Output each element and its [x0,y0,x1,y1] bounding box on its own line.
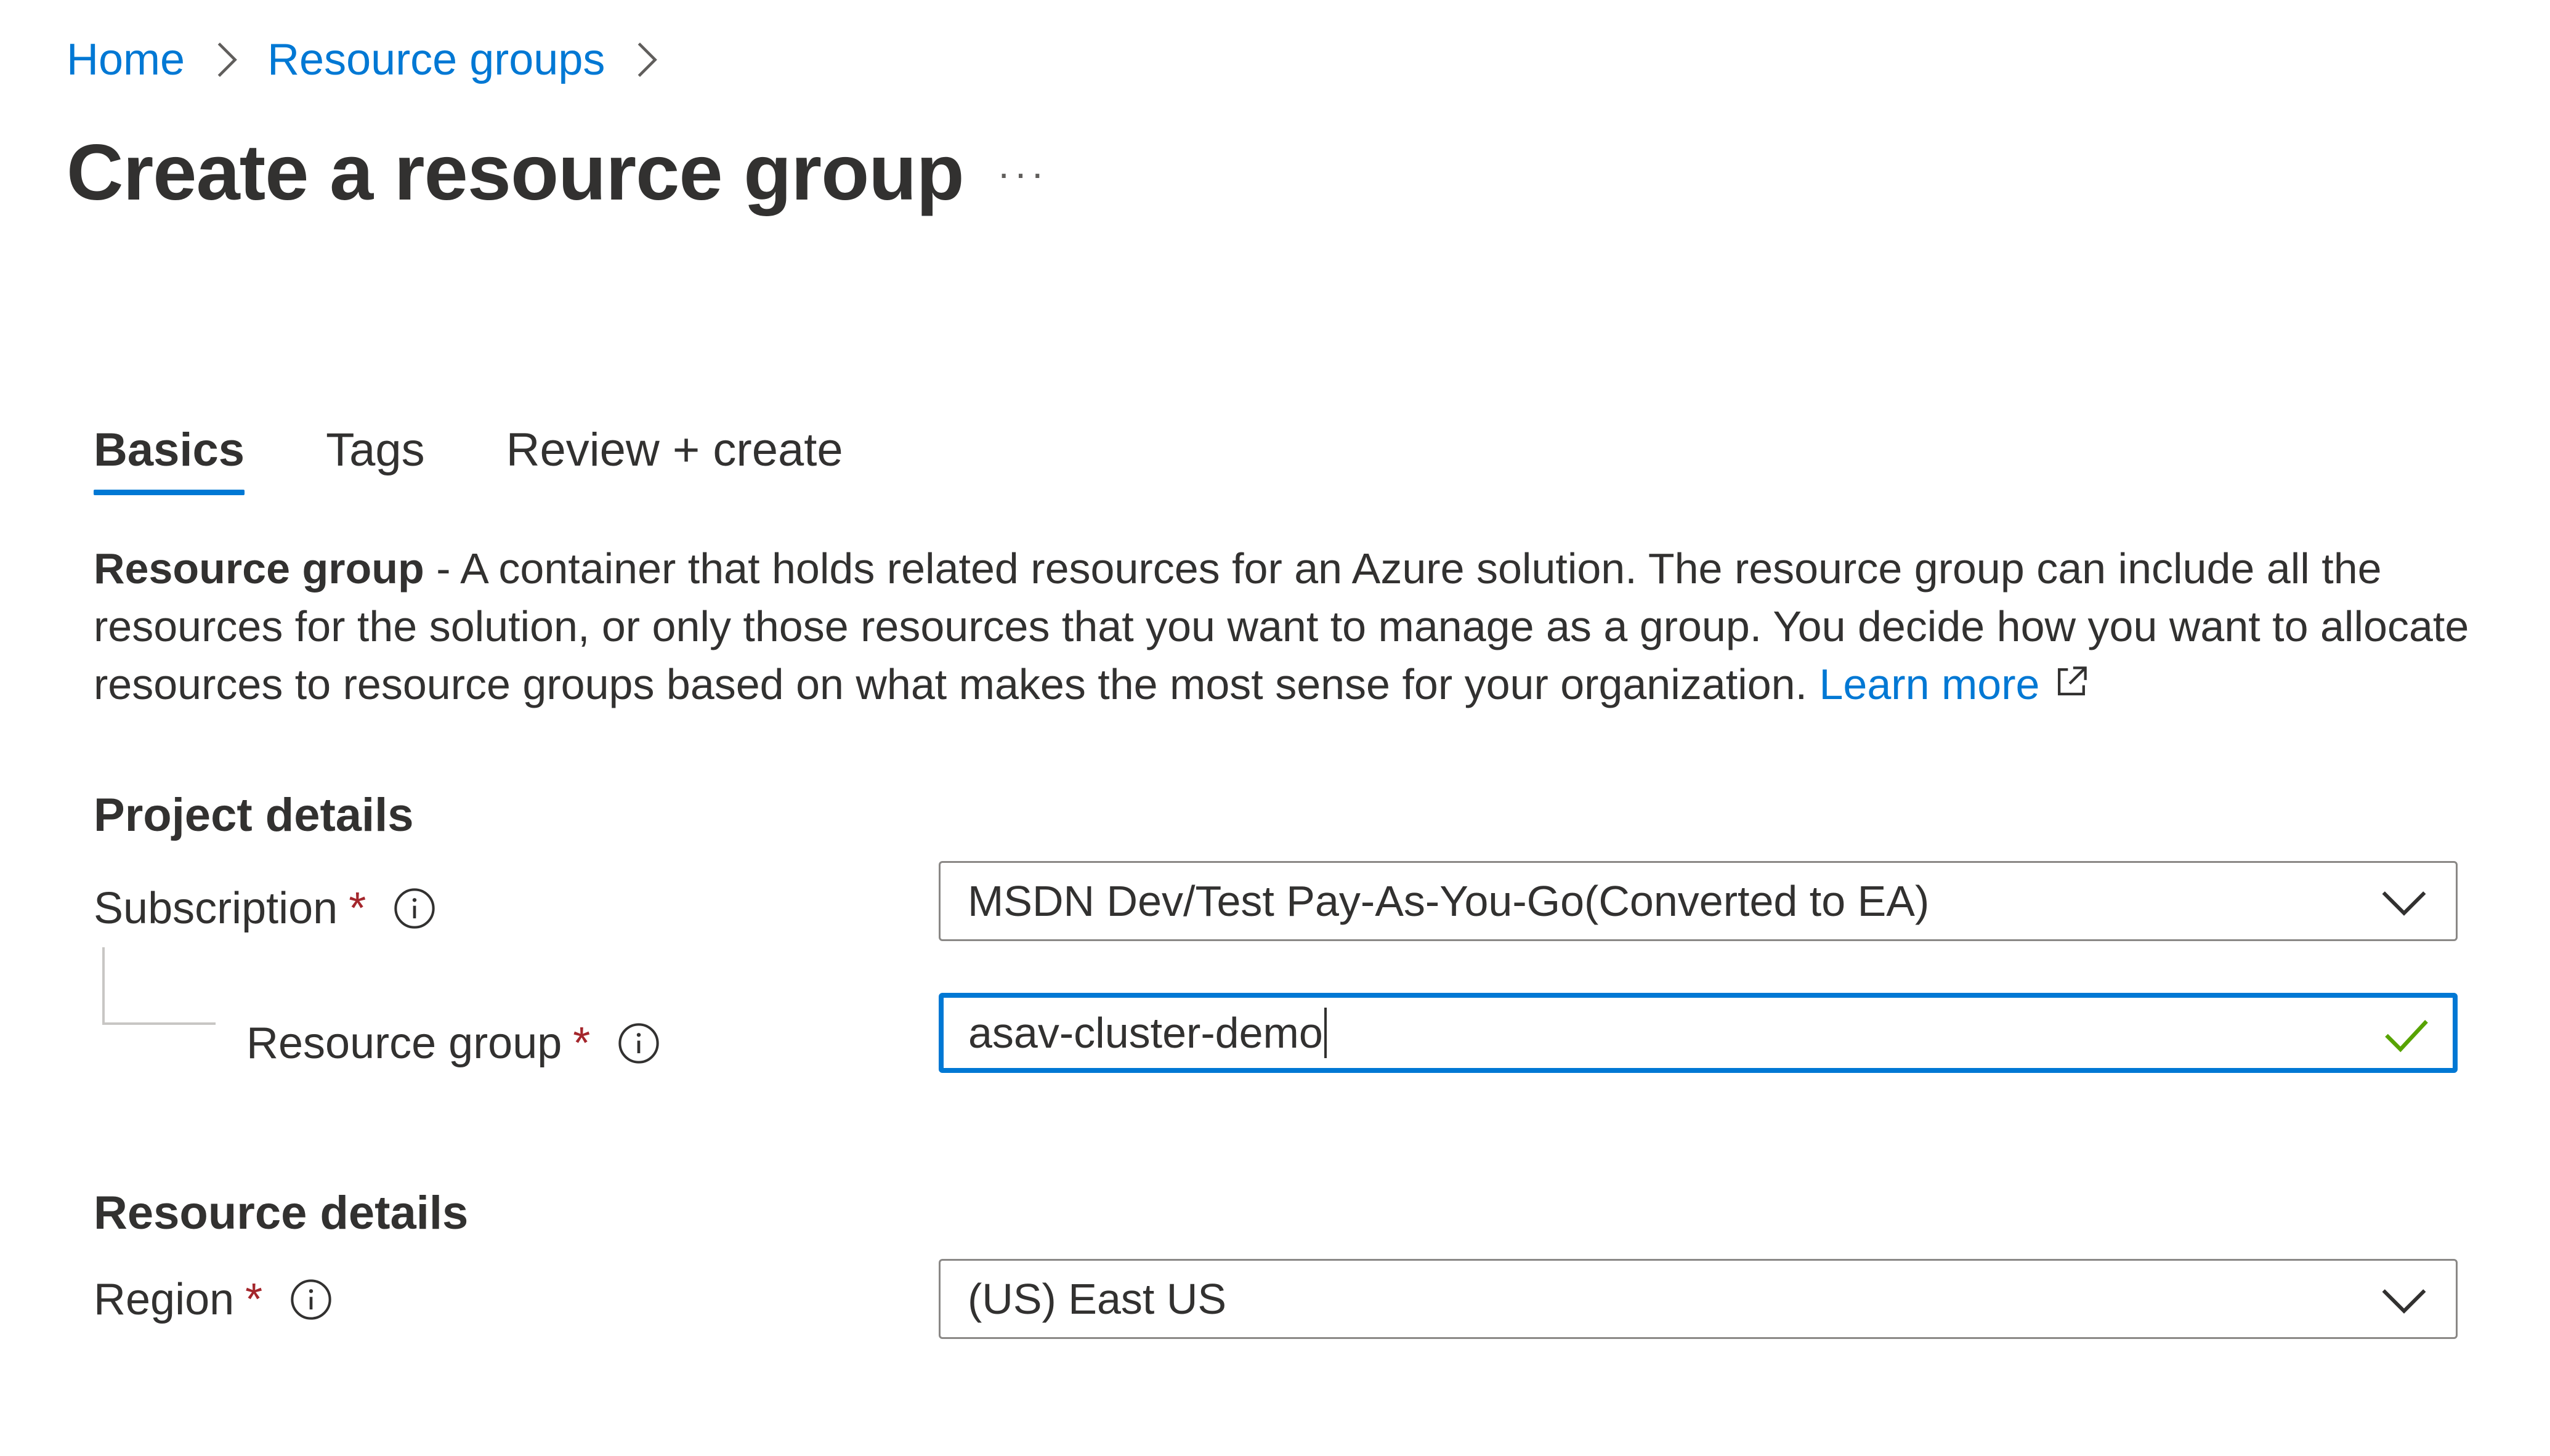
learn-more-link[interactable]: Learn more [1819,660,2092,708]
required-marker: * [349,884,366,933]
subscription-value: MSDN Dev/Test Pay-As-You-Go(Converted to… [968,877,1930,925]
chevron-down-icon [2379,881,2429,924]
region-value: (US) East US [968,1275,1227,1323]
resource-group-label-text: Resource group [246,1019,562,1068]
info-icon[interactable] [617,1022,660,1065]
text-cursor [1324,1008,1327,1058]
resource-group-description: Resource group - A container that holds … [94,540,2496,713]
subscription-label-text: Subscription [94,884,338,933]
description-term: Resource group [94,544,424,593]
project-details-heading: Project details [94,789,414,841]
region-label: Region * [94,1263,333,1337]
external-link-icon [2050,661,2092,703]
subscription-label: Subscription * [94,872,436,945]
breadcrumb-home-link[interactable]: Home [67,34,185,85]
tab-tags[interactable]: Tags [326,406,425,499]
resource-details-heading: Resource details [94,1187,469,1239]
resource-group-value: asav-cluster-demo [968,1009,1323,1057]
learn-more-label: Learn more [1819,660,2040,708]
breadcrumb-resource-groups-link[interactable]: Resource groups [267,34,605,85]
page-title: Create a resource group [67,128,965,217]
subscription-select[interactable]: MSDN Dev/Test Pay-As-You-Go(Converted to… [939,861,2458,941]
chevron-right-icon [625,38,668,81]
tab-review-create[interactable]: Review + create [506,406,843,499]
required-marker: * [245,1275,263,1324]
resource-group-input[interactable]: asav-cluster-demo [939,993,2458,1073]
checkmark-icon [2382,1014,2431,1057]
breadcrumb: Home Resource groups [67,32,687,87]
chevron-down-icon [2379,1279,2429,1322]
region-label-text: Region [94,1275,235,1324]
more-icon: ··· [997,151,1048,195]
more-options-button[interactable]: ··· [976,145,1069,201]
title-row: Create a resource group [67,120,965,225]
region-select[interactable]: (US) East US [939,1259,2458,1339]
tab-list: Basics Tags Review + create [94,406,925,499]
resource-group-label: Resource group * [246,1006,660,1080]
info-icon[interactable] [393,887,436,930]
required-marker: * [573,1019,591,1068]
tab-basics[interactable]: Basics [94,406,245,499]
description-text: - A container that holds related resourc… [94,544,2469,708]
info-icon[interactable] [289,1278,333,1321]
tree-connector [102,947,216,1025]
chevron-right-icon [204,38,248,81]
